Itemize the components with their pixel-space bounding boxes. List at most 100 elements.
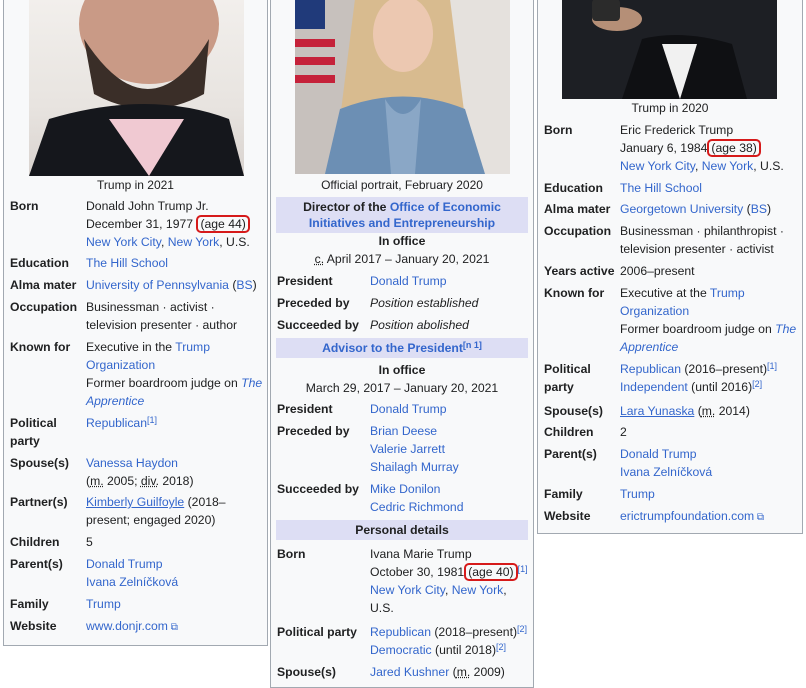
- infobox-donald-jr: Trump in 2021 Born Donald John Trump Jr.…: [3, 0, 268, 646]
- birthplace-state-link-2[interactable]: New York: [452, 583, 504, 597]
- children-label-3: Children: [544, 425, 594, 439]
- born-name: Donald John Trump Jr.: [86, 199, 209, 213]
- apprentice-link-3a[interactable]: The: [775, 322, 796, 336]
- education-link-3[interactable]: The Hill School: [620, 181, 702, 195]
- party-ref-3b[interactable]: [2]: [752, 379, 762, 389]
- president-link-2[interactable]: Donald Trump: [370, 402, 447, 416]
- portrait-image-3: [592, 0, 747, 99]
- parent-link-3a[interactable]: Donald Trump: [620, 447, 697, 461]
- party-link-2b[interactable]: Democratic: [370, 643, 432, 657]
- birthplace-country: , U.S.: [219, 235, 250, 249]
- education-link[interactable]: The Hill School: [86, 256, 168, 270]
- in-office-2: In office: [378, 363, 426, 377]
- spouse-link[interactable]: Vanessa Haydon: [86, 456, 178, 470]
- successor-link-1[interactable]: Mike Donilon: [370, 482, 440, 496]
- preceded-value-1: Position established: [370, 296, 479, 310]
- president-label-2: President: [277, 402, 333, 416]
- apprentice-link-b[interactable]: Apprentice: [86, 394, 144, 408]
- children-value-3: 2: [620, 425, 627, 439]
- portrait-photo-2[interactable]: [295, 0, 510, 174]
- age-highlight: (age 44): [196, 215, 250, 233]
- birthplace-state-link-3[interactable]: New York: [702, 159, 754, 173]
- occupation-label: Occupation: [10, 300, 78, 314]
- spouse-link-3[interactable]: Lara Yunaska: [620, 404, 694, 418]
- known-pre-3: Executive at the: [620, 286, 710, 300]
- known-line3: Former boardroom judge on: [86, 376, 242, 390]
- president-link-1[interactable]: Donald Trump: [370, 274, 447, 288]
- director-office-link-b[interactable]: Initiatives and Entrepreneurship: [309, 216, 495, 230]
- party-ref-2a[interactable]: [2]: [517, 624, 527, 634]
- party-ref[interactable]: [1]: [147, 415, 157, 425]
- portrait-photo-3[interactable]: [562, 0, 777, 99]
- party-link[interactable]: Republican: [86, 416, 147, 430]
- in-office-1: In office: [378, 234, 426, 248]
- known-link2-3[interactable]: Organization: [620, 304, 689, 318]
- advisor-link[interactable]: Advisor to the President: [322, 341, 463, 355]
- years-label-3: Years active: [544, 264, 615, 278]
- director-pre: Director of the: [303, 200, 390, 214]
- spouse-label: Spouse(s): [10, 456, 69, 470]
- predecessor-link-2[interactable]: Valerie Jarrett: [370, 442, 445, 456]
- parents-label: Parent(s): [10, 557, 63, 571]
- apprentice-text-3a: The: [775, 322, 797, 336]
- party-2b-years: (until 2018): [431, 643, 496, 657]
- birthplace-country-3: , U.S.: [753, 159, 784, 173]
- advisor-ref[interactable]: [n 1]: [463, 340, 482, 350]
- alma-link-3[interactable]: Georgetown University: [620, 202, 743, 216]
- birthplace-city-link-2[interactable]: New York City: [370, 583, 445, 597]
- born-name-3: Eric Frederick Trump: [620, 123, 734, 137]
- succeeded-value-1: Position abolished: [370, 318, 469, 332]
- known-label-3: Known for: [544, 286, 605, 300]
- party-link-2a[interactable]: Republican: [370, 625, 431, 639]
- occupation-3-line1: Businessman · philanthropist ·: [620, 224, 784, 238]
- degree-link-3[interactable]: BS: [751, 202, 767, 216]
- apprentice-text-b: Apprentice: [86, 394, 145, 408]
- preceded-label-2: Preceded by: [277, 424, 350, 438]
- occupation-line1: Businessman · activist ·: [86, 300, 215, 314]
- predecessor-link-1[interactable]: Brian Deese: [370, 424, 437, 438]
- family-label: Family: [10, 597, 49, 611]
- apprentice-text-a: The: [241, 376, 263, 390]
- website-link-3[interactable]: erictrumpfoundation.com: [620, 509, 754, 523]
- known-link1-3[interactable]: Trump: [710, 286, 745, 300]
- apprentice-link-3b[interactable]: Apprentice: [620, 340, 678, 354]
- known-link1[interactable]: Trump: [175, 340, 210, 354]
- known-link2[interactable]: Organization: [86, 358, 155, 372]
- portrait-caption: Trump in 2021: [97, 178, 174, 192]
- portrait-photo[interactable]: [29, 0, 244, 176]
- born-date-2: October 30, 1981: [370, 565, 465, 579]
- circa-abbr: c.: [314, 252, 325, 266]
- education-label: Education: [10, 256, 69, 270]
- birthplace-state-link[interactable]: New York: [168, 235, 220, 249]
- family-label-3: Family: [544, 487, 583, 501]
- party-ref-3a[interactable]: [1]: [767, 361, 777, 371]
- parent-link-2[interactable]: Ivana Zelníčková: [86, 575, 178, 589]
- successor-link-2[interactable]: Cedric Richmond: [370, 500, 463, 514]
- birthplace-country-2: U.S.: [370, 601, 394, 615]
- predecessor-link-3[interactable]: Shailagh Murray: [370, 460, 459, 474]
- party-label2: party: [10, 434, 40, 448]
- birthplace-city-link[interactable]: New York City: [86, 235, 161, 249]
- portrait-image-2: [295, 0, 485, 174]
- family-link[interactable]: Trump: [86, 597, 121, 611]
- family-link-3[interactable]: Trump: [620, 487, 655, 501]
- apprentice-link-a[interactable]: The: [241, 376, 262, 390]
- degree-link[interactable]: BS: [236, 278, 252, 292]
- alma-link[interactable]: University of Pennsylvania: [86, 278, 229, 292]
- party-link-3a[interactable]: Republican: [620, 362, 681, 376]
- parent-link-1[interactable]: Donald Trump: [86, 557, 163, 571]
- partner-link[interactable]: Kimberly Guilfoyle: [86, 495, 184, 509]
- party-link-3b[interactable]: Independent: [620, 380, 688, 394]
- party-ref-2b[interactable]: [2]: [496, 642, 506, 652]
- spouse-link-2[interactable]: Jared Kushner: [370, 665, 449, 679]
- website-link[interactable]: www.donjr.com: [86, 619, 168, 633]
- partner-t1: (2018–: [184, 495, 226, 509]
- parent-link-3b[interactable]: Ivana Zelníčková: [620, 465, 712, 479]
- born-ref-2[interactable]: [1]: [518, 564, 528, 574]
- known-pre: Executive in the: [86, 340, 176, 354]
- portrait-image: [29, 0, 244, 176]
- years-value-3: 2006–present: [620, 264, 695, 278]
- director-office-link-a[interactable]: Office of Economic: [390, 200, 501, 214]
- birthplace-city-link-3[interactable]: New York City: [620, 159, 695, 173]
- director-header: Director of the Office of Economic Initia…: [276, 197, 528, 233]
